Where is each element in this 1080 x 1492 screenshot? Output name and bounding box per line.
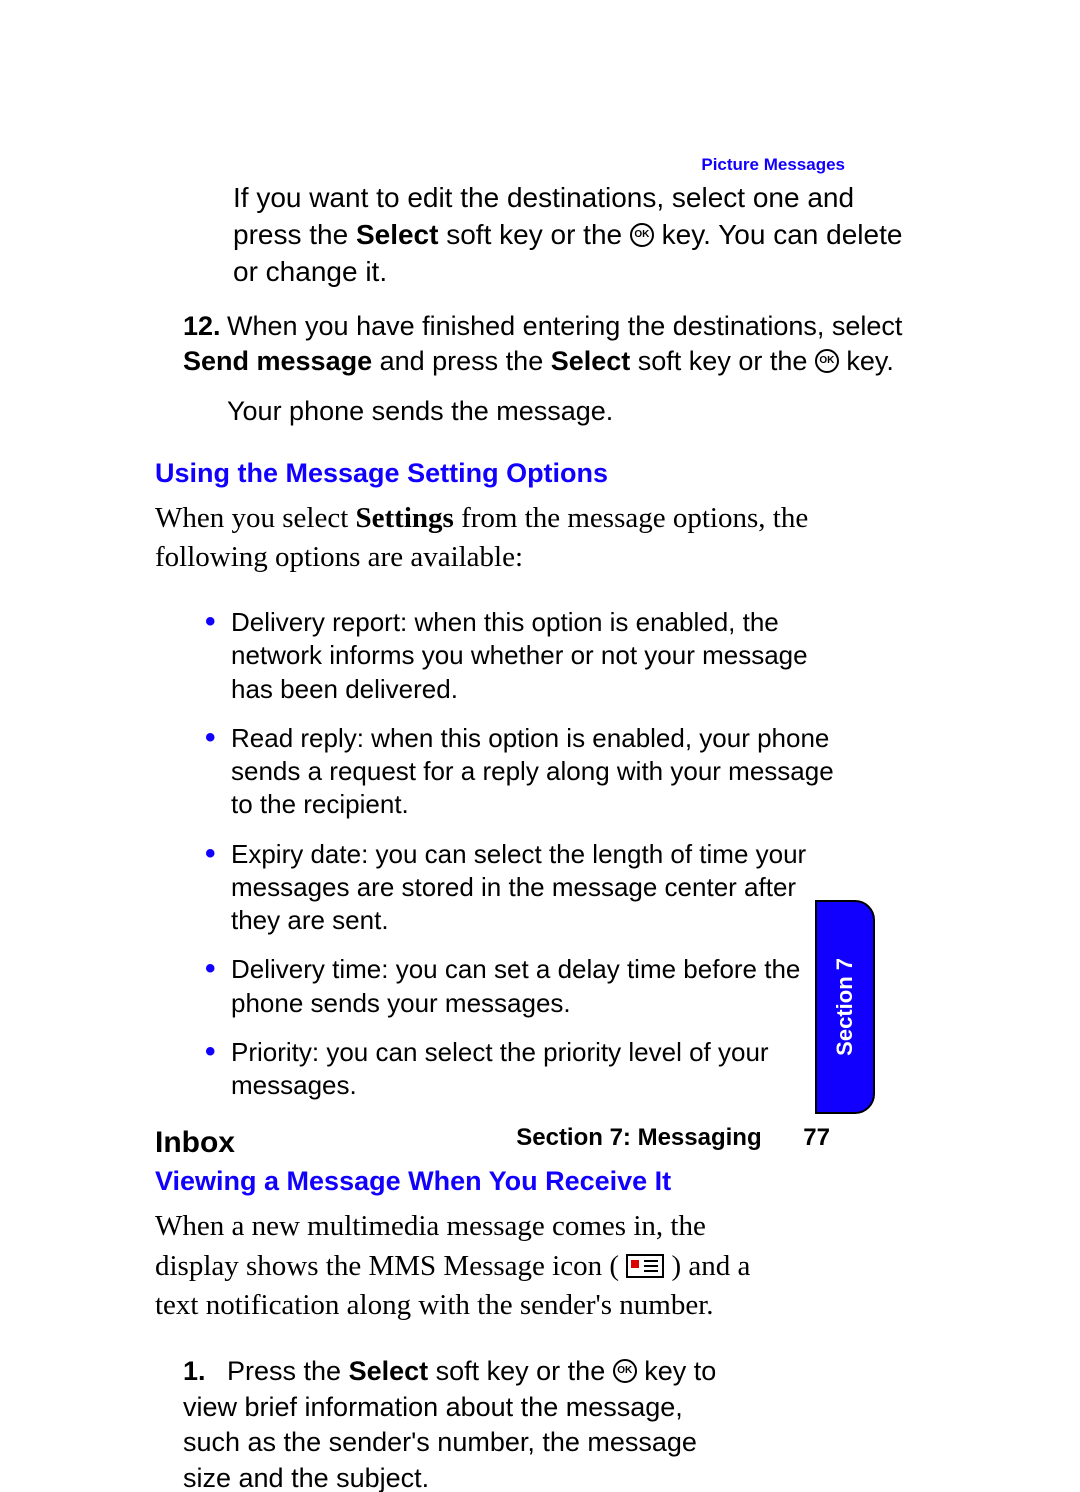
section-tab-label: Section 7	[832, 958, 858, 1056]
step-12: 12.When you have finished entering the d…	[183, 309, 905, 380]
heading-viewing: Viewing a Message When You Receive It	[155, 1166, 905, 1197]
inbox-intro: When a new multimedia message comes in, …	[155, 1207, 775, 1324]
settings-bullets: Delivery report: when this option is ena…	[205, 606, 905, 1102]
list-item: Delivery report: when this option is ena…	[205, 606, 851, 706]
step-number: 12.	[183, 309, 227, 345]
list-item: Expiry date: you can select the length o…	[205, 838, 851, 938]
footer-label: Section 7: Messaging	[516, 1124, 761, 1151]
section-tab: Section 7	[815, 900, 875, 1114]
ok-key-icon: OK	[630, 223, 654, 247]
intro-paragraph: If you want to edit the destinations, se…	[233, 180, 905, 291]
list-item: Read reply: when this option is enabled,…	[205, 722, 851, 822]
page-footer: Section 7: Messaging 77	[516, 1124, 830, 1152]
step-text: When you have finished entering the dest…	[183, 311, 902, 377]
manual-page: Picture Messages If you want to edit the…	[0, 0, 1080, 1492]
step-1: 1.Press the Select soft key or the OK ke…	[183, 1354, 743, 1492]
settings-intro: When you select Settings from the messag…	[155, 499, 905, 577]
mms-message-icon	[626, 1254, 664, 1278]
heading-settings: Using the Message Setting Options	[155, 458, 905, 489]
page-number: 77	[803, 1124, 830, 1152]
list-item: Priority: you can select the priority le…	[205, 1036, 851, 1103]
step-number: 1.	[183, 1354, 227, 1390]
ok-key-icon: OK	[613, 1359, 637, 1383]
header-topic: Picture Messages	[701, 155, 845, 175]
list-item: Delivery time: you can set a delay time …	[205, 953, 851, 1020]
step-text: Press the Select soft key or the OK key …	[183, 1356, 716, 1492]
step-12-after: Your phone sends the message.	[227, 394, 905, 430]
body: If you want to edit the destinations, se…	[175, 180, 905, 1492]
ok-key-icon: OK	[815, 349, 839, 373]
